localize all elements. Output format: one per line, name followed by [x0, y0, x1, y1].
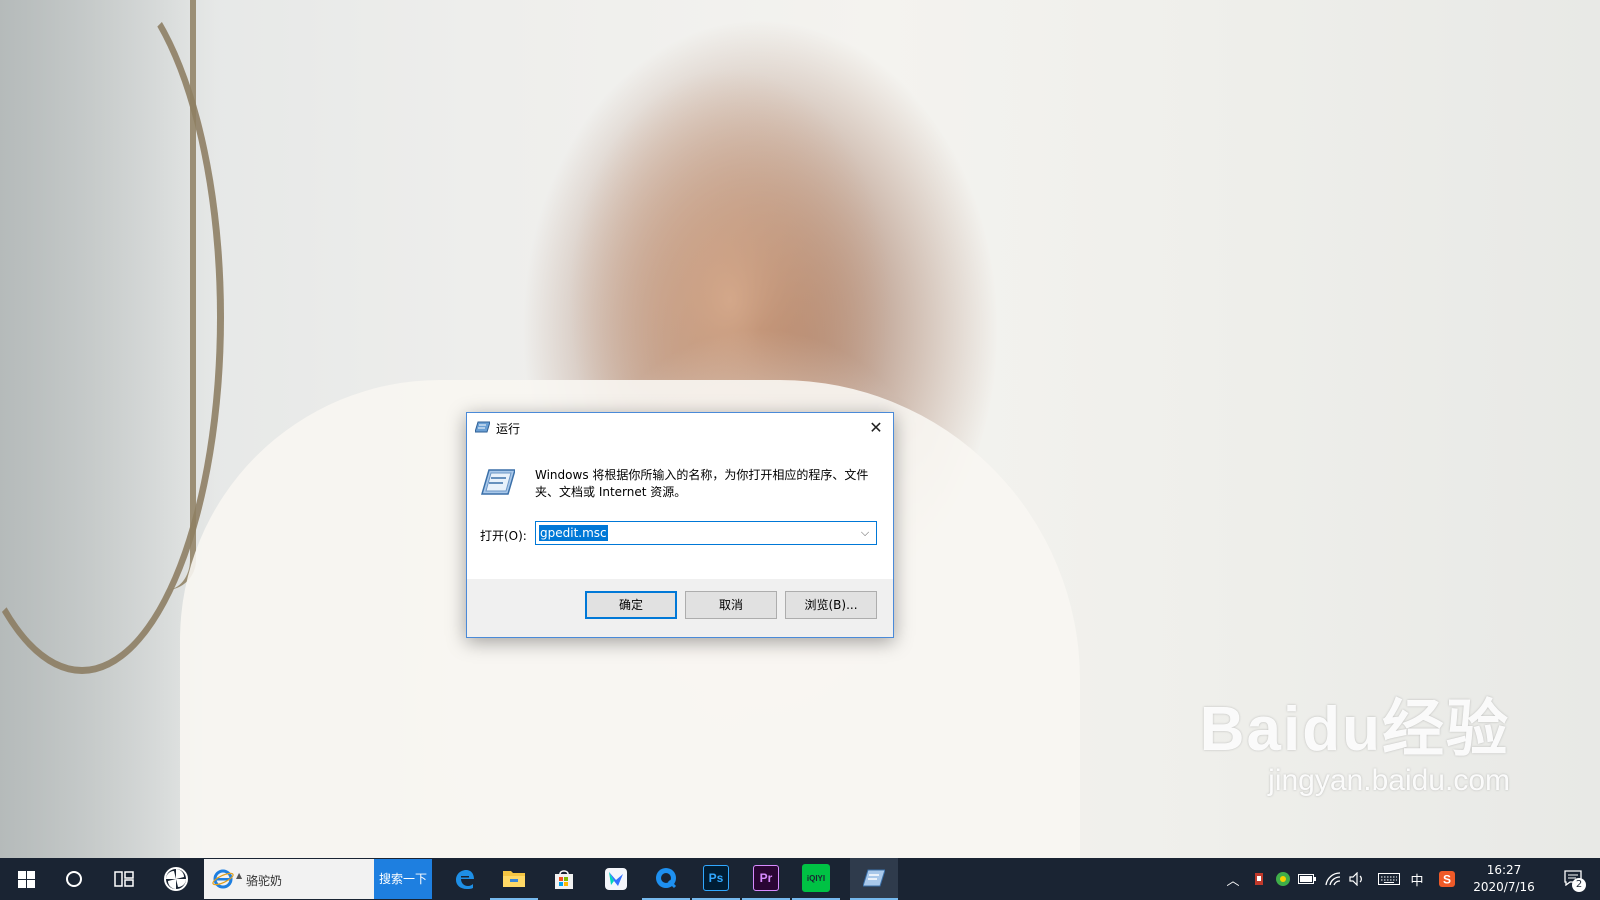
browse-button[interactable]: 浏览(B)...	[785, 591, 877, 619]
photoshop-icon: Ps	[703, 865, 729, 891]
run-dialog: 运行 ✕ Windows 将根据你所输入的名称，为你打开相应的程序、文件夹、文档…	[466, 412, 894, 638]
open-label: 打开(O):	[480, 529, 527, 543]
action-center-button[interactable]: 2	[1552, 858, 1596, 900]
touch-keyboard-button[interactable]	[1376, 858, 1402, 900]
clock-time: 16:27	[1486, 863, 1522, 877]
pinwheel-app-button[interactable]	[152, 858, 200, 900]
search-input[interactable]: 骆驼奶	[246, 872, 282, 889]
dialog-content: Windows 将根据你所输入的名称，为你打开相应的程序、文件夹、文档或 Int…	[467, 443, 893, 579]
battery-icon	[1298, 874, 1316, 884]
store-button[interactable]	[540, 858, 588, 900]
run-taskbar-button[interactable]	[850, 858, 898, 900]
search-button[interactable]: 搜索一下	[374, 859, 432, 899]
volume-button[interactable]	[1346, 858, 1368, 900]
network-button[interactable]	[1322, 858, 1344, 900]
ok-button[interactable]: 确定	[585, 591, 677, 619]
premiere-icon: Pr	[753, 865, 779, 891]
tray-app-2[interactable]	[1272, 858, 1294, 900]
sogou-ime-button[interactable]: S	[1436, 858, 1458, 900]
security-tray-icon	[1255, 873, 1263, 885]
tray-app-1[interactable]	[1248, 858, 1270, 900]
dropdown-arrow-icon[interactable]: ▲	[236, 871, 242, 880]
close-icon: ✕	[869, 418, 883, 437]
close-button[interactable]: ✕	[859, 413, 893, 443]
dialog-titlebar[interactable]: 运行 ✕	[467, 413, 893, 443]
start-button[interactable]	[2, 858, 50, 900]
keyboard-icon	[1378, 873, 1400, 885]
ie-browser-icon	[212, 869, 234, 889]
open-input-value[interactable]: gpedit.msc	[539, 525, 608, 541]
watermark-logo: Baidu经验	[1199, 695, 1510, 764]
clock[interactable]: 16:27 2020/7/16	[1466, 862, 1542, 896]
taskbar-search-box[interactable]: ▲ 骆驼奶	[204, 859, 374, 899]
photoshop-button[interactable]: Ps	[692, 858, 740, 900]
open-combobox[interactable]: gpedit.msc ⌵	[535, 521, 877, 545]
cortana-button[interactable]	[50, 858, 98, 900]
notification-count-badge: 2	[1572, 878, 1586, 892]
iqiyi-icon: iQIYI	[802, 864, 830, 892]
iqiyi-button[interactable]: iQIYI	[792, 858, 840, 900]
battery-button[interactable]	[1296, 858, 1318, 900]
run-icon	[475, 421, 490, 433]
pinwheel-app-icon	[164, 867, 188, 891]
wallpaper-shower-hose-2	[150, 0, 196, 590]
edge-button[interactable]	[440, 858, 488, 900]
show-hidden-icons-button[interactable]: ︿	[1222, 858, 1244, 900]
store-icon	[555, 870, 573, 889]
clock-date: 2020/7/16	[1473, 880, 1535, 894]
wifi-icon	[1325, 872, 1341, 886]
task-view-button[interactable]	[100, 858, 148, 900]
green-tray-icon	[1276, 872, 1290, 886]
task-view-icon	[114, 871, 134, 887]
cancel-button[interactable]: 取消	[685, 591, 777, 619]
edge-icon	[456, 870, 474, 889]
file-explorer-button[interactable]	[490, 858, 538, 900]
cortana-icon	[66, 871, 82, 887]
file-explorer-icon	[503, 871, 525, 887]
taskbar: ▲ 骆驼奶 搜索一下 Ps Pr iQIYI ︿ 中 S 16:27 2020/…	[0, 858, 1600, 900]
chevron-up-icon: ︿	[1226, 873, 1240, 889]
run-large-icon	[481, 469, 515, 495]
start-icon	[17, 870, 35, 888]
input-method-button[interactable]: 中	[1406, 858, 1428, 900]
baidu-watermark: Baidu经验 jingyan.baidu.com	[1200, 678, 1510, 798]
watermark-url: jingyan.baidu.com	[1268, 764, 1510, 797]
dialog-description: Windows 将根据你所输入的名称，为你打开相应的程序、文件夹、文档或 Int…	[535, 468, 869, 499]
sogou-icon: S	[1439, 871, 1455, 887]
qq-browser-button[interactable]	[642, 858, 690, 900]
chevron-down-icon[interactable]: ⌵	[856, 522, 874, 544]
feishu-icon	[605, 868, 627, 890]
premiere-button[interactable]: Pr	[742, 858, 790, 900]
svg-text:S: S	[1443, 873, 1451, 887]
feishu-button[interactable]	[592, 858, 640, 900]
dialog-title: 运行	[496, 422, 521, 436]
speaker-icon	[1349, 872, 1362, 886]
run-icon	[863, 869, 885, 887]
qq-browser-icon	[656, 868, 677, 889]
